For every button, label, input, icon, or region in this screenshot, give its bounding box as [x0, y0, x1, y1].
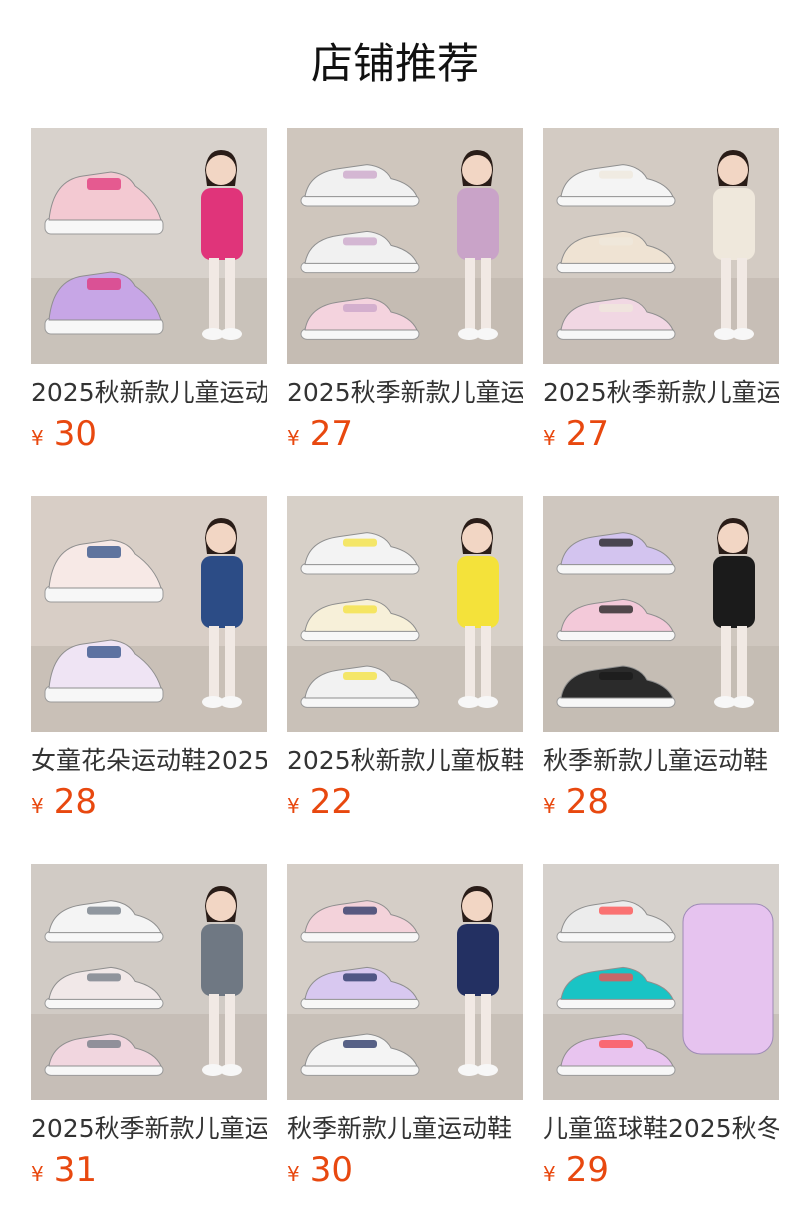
- currency-symbol: ¥: [543, 1162, 556, 1186]
- currency-symbol: ¥: [31, 1162, 44, 1186]
- shoe-illustration: [300, 598, 420, 642]
- currency-symbol: ¥: [287, 794, 300, 818]
- product-image[interactable]: [543, 128, 779, 364]
- shoe-illustration: [300, 164, 420, 207]
- product-card[interactable]: 2025秋新款儿童运动 ¥30: [31, 128, 267, 496]
- product-image[interactable]: [31, 864, 267, 1100]
- product-image[interactable]: [287, 128, 523, 364]
- product-card[interactable]: 女童花朵运动鞋2025 ¥28: [31, 496, 267, 864]
- currency-symbol: ¥: [543, 426, 556, 450]
- currency-symbol: ¥: [31, 426, 44, 450]
- product-card[interactable]: 秋季新款儿童运动鞋 ¥30: [287, 864, 523, 1232]
- product-title[interactable]: 2025秋季新款儿童运: [287, 374, 523, 412]
- shoe-illustration: [44, 539, 164, 603]
- product-title[interactable]: 儿童篮球鞋2025秋冬: [543, 1110, 779, 1148]
- product-image[interactable]: [287, 864, 523, 1100]
- recommend-page: 店铺推荐 2025秋新款儿童运动 ¥30 2025秋季新款儿童运 ¥27 2025秋季新…: [0, 0, 790, 1232]
- price-amount: 27: [565, 414, 609, 454]
- currency-symbol: ¥: [287, 1162, 300, 1186]
- currency-symbol: ¥: [543, 794, 556, 818]
- product-title[interactable]: 秋季新款儿童运动鞋: [543, 742, 779, 780]
- product-grid: 2025秋新款儿童运动 ¥30 2025秋季新款儿童运 ¥27 2025秋季新款儿童运 ¥…: [31, 128, 779, 1232]
- product-price: ¥30: [31, 414, 97, 458]
- shoe-illustration: [300, 230, 420, 274]
- price-amount: 30: [53, 414, 97, 454]
- shoe-illustration: [556, 532, 676, 575]
- shoe-illustration: [556, 598, 676, 642]
- product-price: ¥22: [287, 782, 353, 826]
- product-card[interactable]: 2025秋季新款儿童运 ¥31: [31, 864, 267, 1232]
- product-image[interactable]: [543, 496, 779, 732]
- price-amount: 27: [309, 414, 353, 454]
- price-amount: 22: [309, 782, 353, 822]
- product-card[interactable]: 儿童篮球鞋2025秋冬 ¥29: [543, 864, 779, 1232]
- product-price: ¥29: [543, 1150, 609, 1194]
- shoe-illustration: [300, 966, 420, 1010]
- price-amount: 31: [53, 1150, 97, 1190]
- currency-symbol: ¥: [31, 794, 44, 818]
- shoe-illustration: [556, 900, 676, 943]
- product-image[interactable]: [31, 496, 267, 732]
- shoe-illustration: [682, 903, 774, 1055]
- product-title[interactable]: 2025秋新款儿童运动: [31, 374, 267, 412]
- shoe-illustration: [44, 966, 164, 1010]
- product-price: ¥27: [287, 414, 353, 458]
- product-price: ¥31: [31, 1150, 97, 1194]
- product-image[interactable]: [543, 864, 779, 1100]
- product-title[interactable]: 2025秋季新款儿童运: [31, 1110, 267, 1148]
- shoe-illustration: [44, 171, 164, 235]
- shoe-illustration: [556, 966, 676, 1010]
- product-price: ¥27: [543, 414, 609, 458]
- shoe-illustration: [556, 164, 676, 207]
- shoe-illustration: [300, 532, 420, 575]
- shoe-illustration: [556, 230, 676, 274]
- price-amount: 30: [309, 1150, 353, 1190]
- product-price: ¥30: [287, 1150, 353, 1194]
- product-card[interactable]: 2025秋季新款儿童运 ¥27: [543, 128, 779, 496]
- product-title[interactable]: 女童花朵运动鞋2025: [31, 742, 267, 780]
- product-price: ¥28: [543, 782, 609, 826]
- product-card[interactable]: 2025秋季新款儿童运 ¥27: [287, 128, 523, 496]
- price-amount: 28: [53, 782, 97, 822]
- section-title: 店铺推荐: [310, 39, 479, 88]
- product-image[interactable]: [31, 128, 267, 364]
- product-card[interactable]: 秋季新款儿童运动鞋 ¥28: [543, 496, 779, 864]
- shoe-illustration: [44, 900, 164, 943]
- product-image[interactable]: [287, 496, 523, 732]
- product-title[interactable]: 2025秋新款儿童板鞋: [287, 742, 523, 780]
- product-title[interactable]: 秋季新款儿童运动鞋: [287, 1110, 523, 1148]
- product-title[interactable]: 2025秋季新款儿童运: [543, 374, 779, 412]
- price-amount: 29: [565, 1150, 609, 1190]
- shoe-illustration: [300, 900, 420, 943]
- price-amount: 28: [565, 782, 609, 822]
- product-price: ¥28: [31, 782, 97, 826]
- currency-symbol: ¥: [287, 426, 300, 450]
- product-card[interactable]: 2025秋新款儿童板鞋 ¥22: [287, 496, 523, 864]
